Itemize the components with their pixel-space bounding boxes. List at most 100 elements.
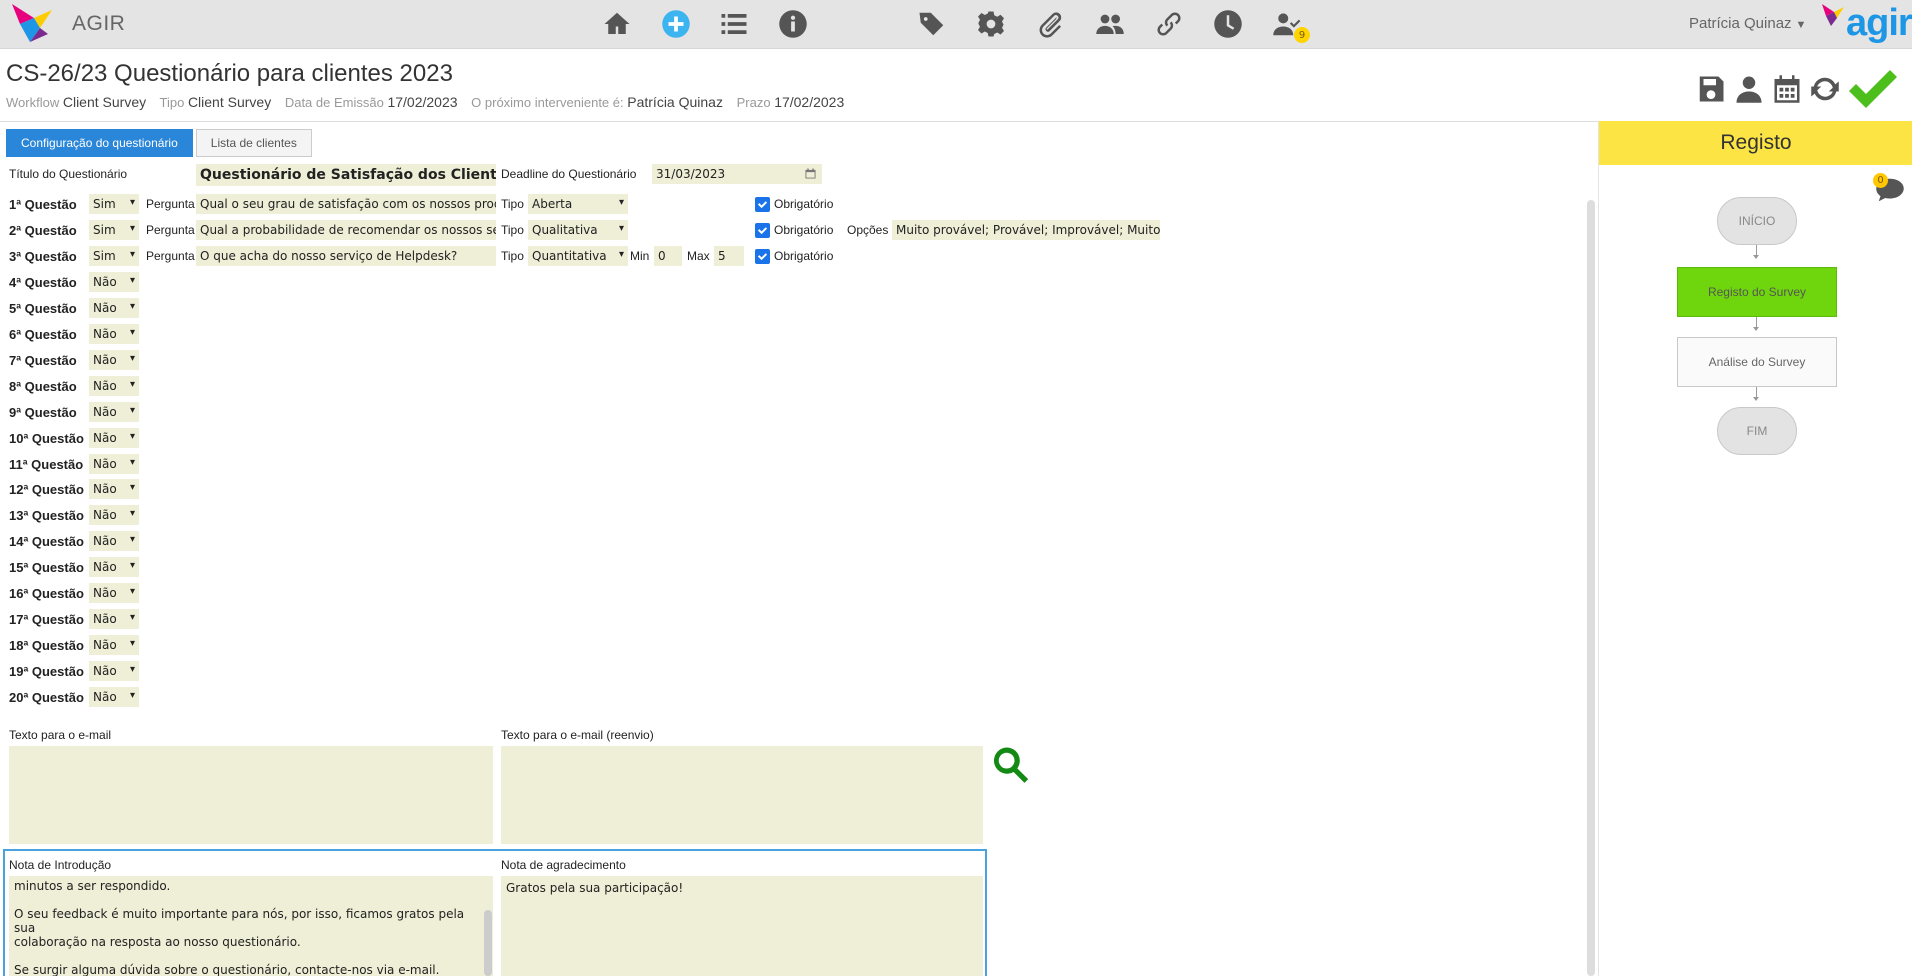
chevron-down-icon: ▾	[129, 638, 135, 649]
required-label: Obrigatório	[774, 249, 834, 263]
meta-value: 17/02/2023	[774, 94, 845, 110]
tab-configuracao[interactable]: Configuração do questionário	[6, 129, 193, 157]
question-label: 14ª Questão	[9, 534, 84, 549]
question-label: 7ª Questão	[9, 353, 77, 368]
question-enabled-select[interactable]: Não ▾	[89, 479, 139, 499]
question-label: 8ª Questão	[9, 379, 77, 394]
question-text-input[interactable]: Qual o seu grau de satisfação com os nos…	[196, 194, 496, 214]
panel-title: Registo	[1599, 121, 1912, 165]
select-value: Não	[93, 664, 117, 678]
user-menu[interactable]: Patrícia Quinaz ▼	[1689, 15, 1806, 32]
question-enabled-select[interactable]: Não ▾	[89, 324, 139, 344]
clock-icon[interactable]	[1211, 9, 1245, 39]
required-label: Obrigatório	[774, 223, 834, 237]
question-enabled-select[interactable]: Sim ▾	[89, 194, 139, 214]
question-enabled-select[interactable]: Não ▾	[89, 661, 139, 681]
chevron-down-icon: ▾	[129, 197, 135, 208]
select-value: Quantitativa	[532, 249, 607, 263]
search-icon[interactable]	[990, 744, 1032, 786]
link-icon[interactable]	[1152, 9, 1186, 39]
calendar-icon[interactable]	[1770, 72, 1804, 106]
question-enabled-select[interactable]: Não ▾	[89, 531, 139, 551]
required-checkbox[interactable]	[755, 223, 770, 238]
gear-icon[interactable]	[974, 9, 1008, 39]
min-input[interactable]: 0	[654, 246, 682, 266]
question-enabled-select[interactable]: Não ▾	[89, 376, 139, 396]
options-input[interactable]: Muito provável; Provável; Improvável; Mu…	[892, 220, 1160, 240]
intro-note-scrollbar[interactable]	[484, 910, 492, 976]
calendar-icon[interactable]	[805, 168, 816, 179]
select-value: Não	[93, 638, 117, 652]
approve-check-icon[interactable]	[1846, 70, 1900, 108]
user-icon[interactable]	[1732, 72, 1766, 106]
agir-logo[interactable]	[12, 4, 62, 44]
chevron-down-icon: ▾	[129, 664, 135, 675]
thanks-note-area[interactable]: Gratos pela sua participação!	[501, 876, 983, 976]
question-label: 12ª Questão	[9, 482, 84, 497]
question-enabled-select[interactable]: Não ▾	[89, 505, 139, 525]
question-enabled-select[interactable]: Não ▾	[89, 583, 139, 603]
question-enabled-select[interactable]: Não ▾	[89, 635, 139, 655]
users-icon[interactable]	[1093, 9, 1127, 39]
flow-step-registo[interactable]: Registo do Survey	[1677, 267, 1837, 317]
required-label: Obrigatório	[774, 197, 834, 211]
email-resend-area[interactable]	[501, 746, 983, 844]
refresh-icon[interactable]	[1808, 72, 1842, 106]
flow-step-analise[interactable]: Análise do Survey	[1677, 337, 1837, 387]
question-enabled-select[interactable]: Não ▾	[89, 428, 139, 448]
intro-note-area[interactable]: minutos a ser respondido. O seu feedback…	[9, 876, 493, 976]
question-label: 5ª Questão	[9, 301, 77, 316]
tags-icon[interactable]	[915, 9, 949, 39]
flow-start[interactable]: INÍCIO	[1717, 197, 1797, 245]
paperclip-icon[interactable]	[1034, 9, 1068, 39]
question-enabled-select[interactable]: Não ▾	[89, 402, 139, 422]
required-checkbox[interactable]	[755, 197, 770, 212]
question-text-input[interactable]: O que acha do nosso serviço de Helpdesk?	[196, 246, 496, 266]
chevron-down-icon: ▾	[129, 379, 135, 390]
question-enabled-select[interactable]: Não ▾	[89, 687, 139, 707]
opcoes-label: Opções	[847, 223, 889, 237]
thanks-note-label: Nota de agradecimento	[501, 858, 626, 872]
pergunta-label: Pergunta	[146, 249, 195, 263]
question-label: 3ª Questão	[9, 249, 77, 264]
question-enabled-select[interactable]: Sim ▾	[89, 220, 139, 240]
question-text-input[interactable]: Qual a probabilidade de recomendar os no…	[196, 220, 496, 240]
question-type-select[interactable]: Aberta ▾	[528, 194, 628, 214]
chevron-down-icon: ▾	[129, 508, 135, 519]
comments-icon[interactable]: 0	[1873, 173, 1905, 207]
deadline-input[interactable]: 31/03/2023	[652, 164, 822, 184]
question-type-select[interactable]: Qualitativa ▾	[528, 220, 628, 240]
question-enabled-select[interactable]: Sim ▾	[89, 246, 139, 266]
select-value: Não	[93, 301, 117, 315]
question-label: 16ª Questão	[9, 586, 84, 601]
meta-value: Client Survey	[187, 94, 272, 110]
required-checkbox[interactable]	[755, 249, 770, 264]
chevron-down-icon: ▾	[129, 249, 135, 260]
save-icon[interactable]	[1694, 72, 1728, 106]
info-icon[interactable]	[776, 9, 810, 39]
home-icon[interactable]	[600, 9, 634, 39]
title-input[interactable]: Questionário de Satisfação dos Clientes …	[196, 164, 496, 186]
flow-end[interactable]: FIM	[1717, 407, 1797, 455]
max-input[interactable]: 5	[714, 246, 744, 266]
question-enabled-select[interactable]: Não ▾	[89, 557, 139, 577]
question-enabled-select[interactable]: Não ▾	[89, 350, 139, 370]
question-enabled-select[interactable]: Não ▾	[89, 272, 139, 292]
title-label: Título do Questionário	[9, 167, 128, 181]
main-scrollbar[interactable]	[1587, 200, 1595, 976]
tab-lista-clientes[interactable]: Lista de clientes	[195, 129, 312, 157]
user-check-icon[interactable]: 9	[1270, 9, 1310, 43]
question-label: 1ª Questão	[9, 197, 77, 212]
chevron-down-icon: ▾	[129, 534, 135, 545]
question-label: 11ª Questão	[9, 457, 84, 472]
select-value: Não	[93, 353, 117, 367]
list-icon[interactable]	[717, 9, 751, 39]
brand-text: agir	[1846, 2, 1912, 44]
question-enabled-select[interactable]: Não ▾	[89, 609, 139, 629]
add-circle-icon[interactable]	[659, 9, 693, 39]
email-text-area[interactable]	[9, 746, 493, 844]
meta-value: Client Survey	[62, 94, 147, 110]
question-type-select[interactable]: Quantitativa ▾	[528, 246, 628, 266]
question-enabled-select[interactable]: Não ▾	[89, 298, 139, 318]
question-enabled-select[interactable]: Não ▾	[89, 454, 139, 474]
